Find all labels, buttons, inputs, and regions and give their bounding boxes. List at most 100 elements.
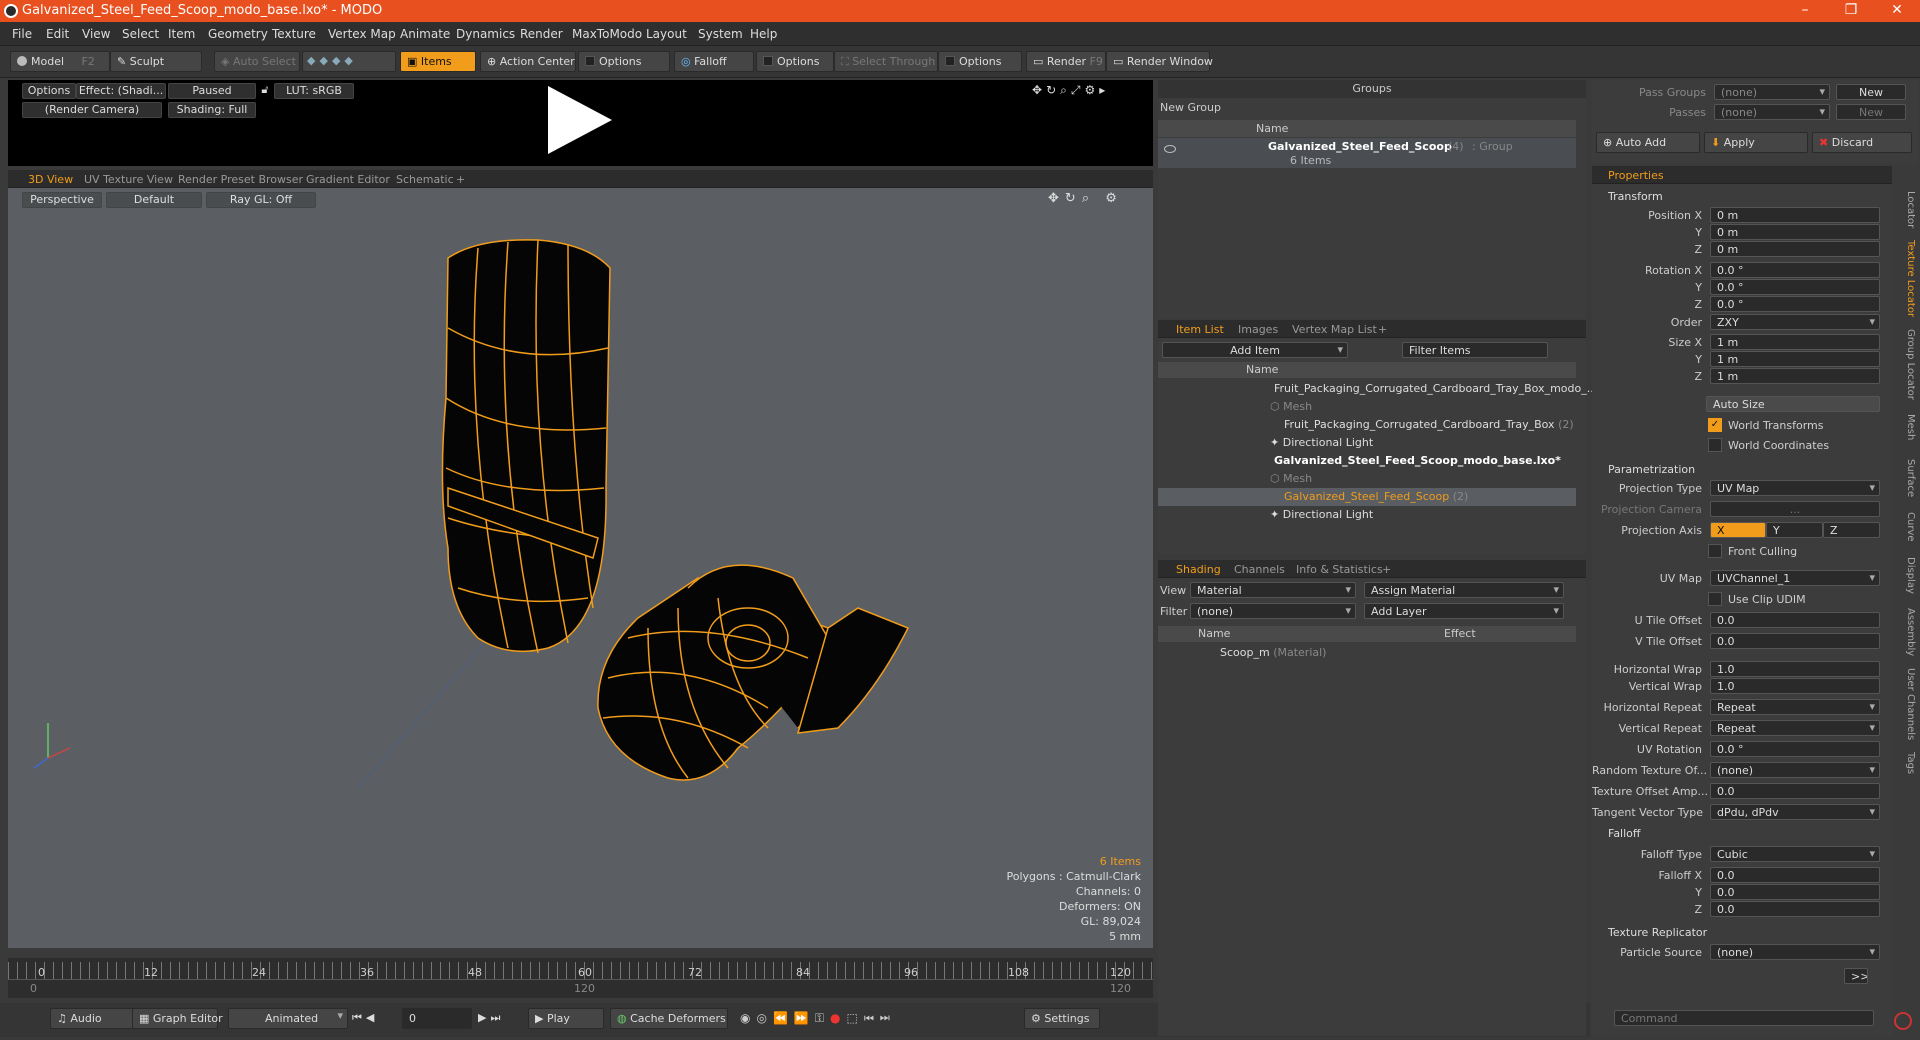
falloff-y-field[interactable]: 0.0 xyxy=(1710,884,1880,900)
key-all-icon[interactable]: ◎ xyxy=(756,1011,772,1025)
group-row[interactable]: Galvanized_Steel_Feed_Scoop (4) : Group … xyxy=(1158,138,1576,168)
auto-add-button[interactable]: ⊕ Auto Add xyxy=(1596,132,1700,153)
assign-material-dropdown[interactable]: Assign Material xyxy=(1364,582,1564,598)
falloff-type-dropdown[interactable]: Cubic xyxy=(1710,846,1880,862)
first-frame-icon[interactable]: ⏮ xyxy=(352,1011,366,1024)
side-tab-group-locator[interactable]: Group Locator xyxy=(1896,326,1916,402)
size-x-field[interactable]: 1 m xyxy=(1710,334,1880,350)
audio-button[interactable]: ♫ Audio xyxy=(50,1008,134,1029)
menu-render[interactable]: Render xyxy=(520,27,563,41)
uv-map-dropdown[interactable]: UVChannel_1 xyxy=(1710,570,1880,586)
item-row-scoop-mesh[interactable]: ⬡ Mesh xyxy=(1270,472,1312,485)
key-icon[interactable]: ◉ xyxy=(740,1011,756,1025)
projection-axis-z[interactable]: Z xyxy=(1823,522,1880,538)
action-center-button[interactable]: ⊕ Action Center xyxy=(480,51,576,72)
preview-effect-dropdown[interactable]: Effect: (Shadi... xyxy=(76,83,166,99)
menu-geometry[interactable]: Geometry xyxy=(208,27,268,41)
tab-vertex-map-list[interactable]: Vertex Map List xyxy=(1292,323,1377,336)
items-mode-button[interactable]: ▣ Items xyxy=(400,51,476,72)
menu-animate[interactable]: Animate xyxy=(400,27,450,41)
render-button[interactable]: ▭ Render F9 xyxy=(1026,51,1106,72)
v-tile-field[interactable]: 0.0 xyxy=(1710,633,1880,649)
menu-vertex-map[interactable]: Vertex Map xyxy=(328,27,396,41)
menu-layout[interactable]: Layout xyxy=(646,27,687,41)
rotation-z-field[interactable]: 0.0 ° xyxy=(1710,296,1880,312)
side-tab-tags[interactable]: Tags xyxy=(1896,748,1916,778)
graph-editor-button[interactable]: ▦ Graph Editor xyxy=(132,1008,223,1029)
close-button[interactable]: ✕ xyxy=(1874,0,1920,22)
fullscreen-icon[interactable]: ⤢ xyxy=(1071,83,1085,97)
menu-file[interactable]: File xyxy=(12,27,32,41)
add-tab-button[interactable]: + xyxy=(1378,323,1387,336)
position-y-field[interactable]: 0 m xyxy=(1710,224,1880,240)
world-transforms-checkbox[interactable]: ✓ xyxy=(1708,418,1722,432)
rotation-y-field[interactable]: 0.0 ° xyxy=(1710,279,1880,295)
item-row-scoop-scene[interactable]: Galvanized_Steel_Feed_Scoop_modo_base.lx… xyxy=(1274,454,1561,467)
add-layer-dropdown[interactable]: Add Layer xyxy=(1364,603,1564,619)
minimize-button[interactable]: – xyxy=(1782,0,1828,22)
record-icon[interactable]: ● xyxy=(830,1011,846,1025)
edge-mode-icon[interactable]: ◆ xyxy=(319,54,331,67)
settings-button[interactable]: ⚙ Settings xyxy=(1024,1008,1100,1029)
material-mode-icon[interactable]: ◆ xyxy=(344,54,356,67)
falloff-button[interactable]: ◎ Falloff xyxy=(674,51,754,72)
select-through-button[interactable]: ⛶ Select Through xyxy=(834,51,938,72)
tab-info-statistics[interactable]: Info & Statistics xyxy=(1296,563,1383,576)
command-input[interactable]: Command xyxy=(1614,1010,1874,1026)
tab-item-list[interactable]: Item List xyxy=(1176,323,1224,336)
h-wrap-field[interactable]: 1.0 xyxy=(1710,661,1880,677)
add-item-dropdown[interactable]: Add Item xyxy=(1162,342,1348,358)
add-tab-button[interactable]: + xyxy=(1382,563,1391,576)
menu-view[interactable]: View xyxy=(82,27,110,41)
projection-camera-field[interactable]: ... xyxy=(1710,501,1880,517)
new-pass-group-button[interactable]: New xyxy=(1836,84,1906,100)
visibility-eye-icon[interactable] xyxy=(1164,145,1176,153)
side-tab-curve[interactable]: Curve xyxy=(1896,508,1916,546)
use-clip-udim-checkbox[interactable] xyxy=(1708,592,1722,606)
maximize-button[interactable]: ❐ xyxy=(1828,0,1874,22)
view-dropdown[interactable]: Material xyxy=(1190,582,1356,598)
play-preview-icon[interactable] xyxy=(548,86,612,154)
projection-type-dropdown[interactable]: UV Map xyxy=(1710,480,1880,496)
skip-back-icons[interactable]: ⏮◀ xyxy=(352,1011,378,1025)
prev-frame-icon[interactable]: ◀ xyxy=(366,1011,378,1024)
command-record-icon[interactable] xyxy=(1894,1012,1912,1030)
uv-rotation-field[interactable]: 0.0 ° xyxy=(1710,741,1880,757)
jump-next-key-icon[interactable]: ⏭ xyxy=(880,1011,896,1025)
auto-key-icon[interactable]: ⚿ xyxy=(815,1011,830,1025)
item-row-fruit-scene[interactable]: Fruit_Packaging_Corrugated_Cardboard_Tra… xyxy=(1274,382,1597,395)
add-tab-button[interactable]: + xyxy=(456,173,465,186)
position-x-field[interactable]: 0 m xyxy=(1710,207,1880,223)
size-y-field[interactable]: 1 m xyxy=(1710,351,1880,367)
gear-icon[interactable]: ⚙ xyxy=(1084,83,1099,97)
side-tab-mesh[interactable]: Mesh xyxy=(1896,408,1916,446)
key-next-icon[interactable]: ⏩ xyxy=(794,1011,815,1025)
tab-3d-view[interactable]: 3D View xyxy=(28,173,73,186)
position-z-field[interactable]: 0 m xyxy=(1710,241,1880,257)
select-through-options[interactable]: Options xyxy=(938,51,1022,72)
texture-replicator-section[interactable]: Texture Replicator xyxy=(1608,926,1707,939)
side-tab-locator[interactable]: Locator xyxy=(1896,188,1916,232)
menu-help[interactable]: Help xyxy=(750,27,777,41)
lut-dropdown[interactable]: LUT: sRGB xyxy=(274,83,354,99)
menu-maxtomodo[interactable]: MaxToModo xyxy=(572,27,642,41)
falloff-x-field[interactable]: 0.0 xyxy=(1710,867,1880,883)
menu-texture[interactable]: Texture xyxy=(272,27,316,41)
shading-dropdown[interactable]: Shading: Full xyxy=(168,102,256,118)
preview-paused-button[interactable]: Paused xyxy=(168,83,256,99)
menu-edit[interactable]: Edit xyxy=(46,27,69,41)
particle-source-dropdown[interactable]: (none) xyxy=(1710,944,1880,960)
rotation-x-field[interactable]: 0.0 ° xyxy=(1710,262,1880,278)
side-tab-user-channels[interactable]: User Channels xyxy=(1896,666,1916,742)
auto-select-button[interactable]: ◈ Auto Select xyxy=(214,51,300,72)
falloff-options[interactable]: Options xyxy=(756,51,834,72)
order-dropdown[interactable]: ZXY xyxy=(1710,314,1880,330)
random-texture-dropdown[interactable]: (none) xyxy=(1710,762,1880,778)
tab-render-preset-browser[interactable]: Render Preset Browser xyxy=(178,173,303,186)
item-row-scoop-light[interactable]: ✦ Directional Light xyxy=(1270,508,1373,521)
filter-dropdown[interactable]: (none) xyxy=(1190,603,1356,619)
tab-images[interactable]: Images xyxy=(1238,323,1278,336)
new-pass-button[interactable]: New xyxy=(1836,104,1906,120)
model-mode-button[interactable]: Model F2 xyxy=(10,51,110,72)
selection-mode-icons[interactable]: ◆◆◆◆ xyxy=(302,51,396,72)
